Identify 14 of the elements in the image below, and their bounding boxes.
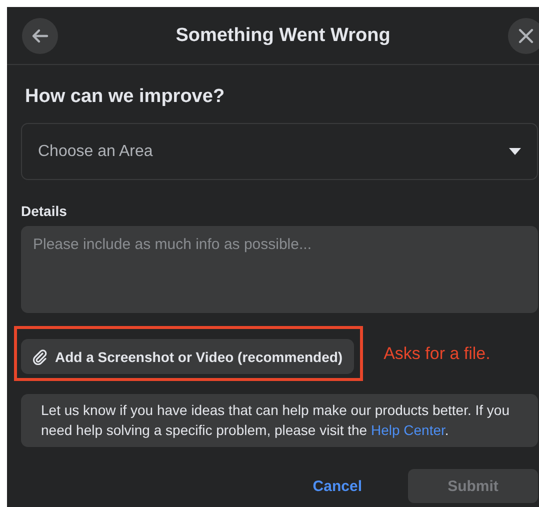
back-button[interactable] — [22, 18, 58, 54]
help-center-link[interactable]: Help Center — [370, 422, 445, 438]
close-button[interactable] — [508, 18, 539, 54]
details-label: Details — [21, 202, 68, 220]
dialog-title: Something Went Wrong — [176, 24, 390, 46]
area-dropdown[interactable]: Choose an Area — [21, 123, 538, 180]
paperclip-icon — [32, 348, 48, 364]
cancel-link[interactable]: Cancel — [306, 469, 368, 503]
annotation-text: Asks for a file. — [384, 344, 490, 364]
attach-button[interactable]: Add a Screenshot or Video (recommended) — [21, 339, 354, 374]
section-heading: How can we improve? — [25, 85, 226, 109]
info-text: Let us know if you have ideas that can help make our products better. If you need help solving a specific problem, please visit the Help Center. — [41, 401, 511, 440]
caret-icon — [509, 148, 521, 156]
details-field[interactable]: Please include as much info as possible... — [21, 226, 538, 313]
